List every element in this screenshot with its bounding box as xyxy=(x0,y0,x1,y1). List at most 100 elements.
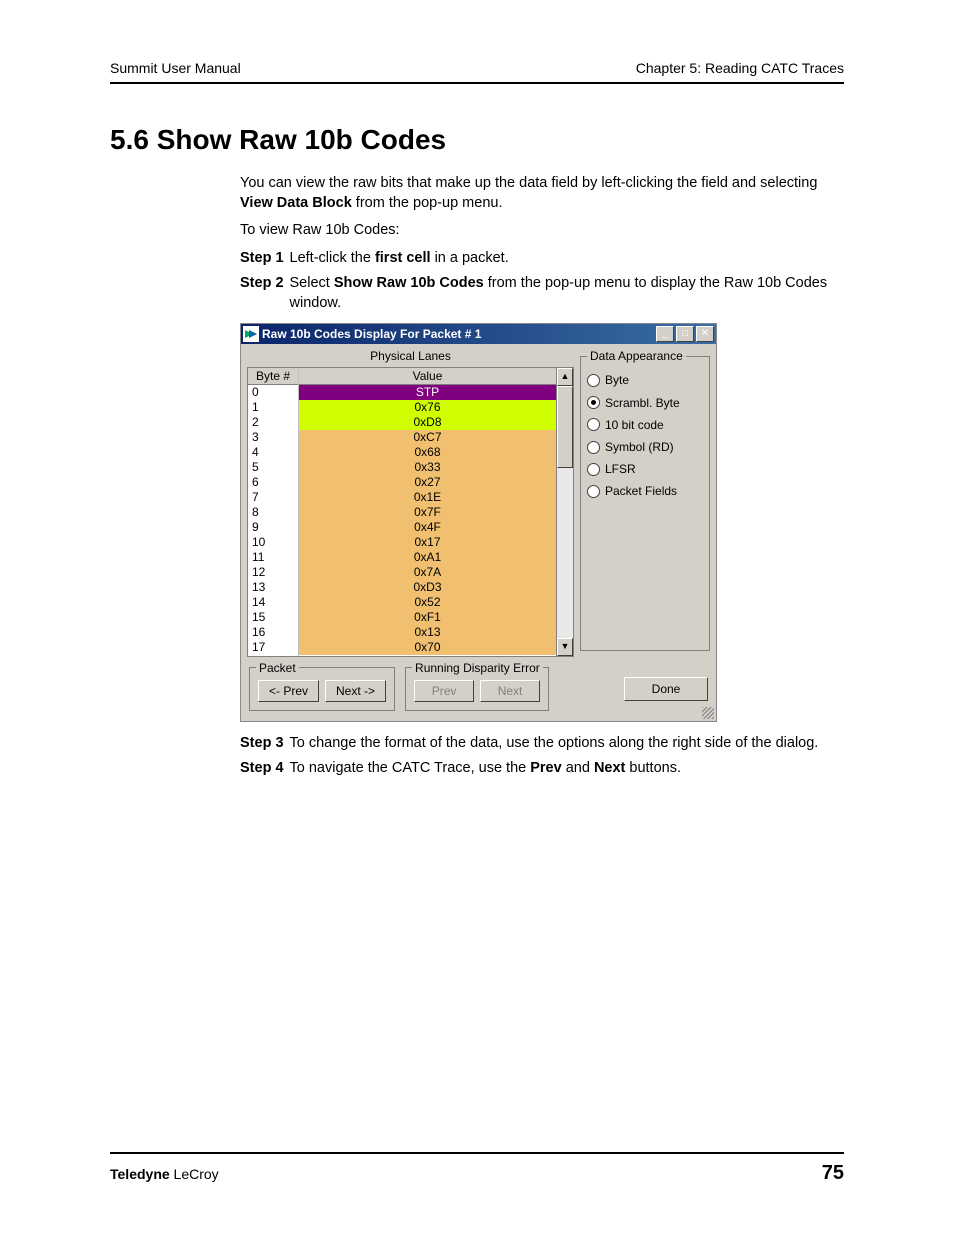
value-cell[interactable]: 0x1E xyxy=(299,490,556,505)
byte-header[interactable]: Byte # xyxy=(248,368,298,385)
value-cell[interactable]: 0x13 xyxy=(299,625,556,640)
step-2-text: Select Show Raw 10b Codes from the pop-u… xyxy=(290,274,844,313)
byte-number-cell[interactable]: 9 xyxy=(248,520,298,535)
byte-number-cell[interactable]: 10 xyxy=(248,535,298,550)
radio-icon[interactable] xyxy=(587,463,600,476)
intro-paragraph: You can view the raw bits that make up t… xyxy=(240,174,844,213)
step-3: Step 3 To change the format of the data,… xyxy=(240,734,844,754)
titlebar[interactable]: Raw 10b Codes Display For Packet # 1 _ □… xyxy=(241,324,716,344)
value-cell[interactable]: 0x7A xyxy=(299,565,556,580)
byte-number-cell[interactable]: 15 xyxy=(248,610,298,625)
section-heading: 5.6 Show Raw 10b Codes xyxy=(110,124,844,156)
packet-prev-button[interactable]: <- Prev xyxy=(258,680,319,702)
app-icon xyxy=(243,326,259,342)
step-4: Step 4 To navigate the CATC Trace, use t… xyxy=(240,759,844,779)
byte-number-cell[interactable]: 11 xyxy=(248,550,298,565)
radio-icon[interactable] xyxy=(587,418,600,431)
radio-icon[interactable] xyxy=(587,441,600,454)
page-number: 75 xyxy=(822,1162,844,1185)
intro-text-b: from the pop-up menu. xyxy=(352,195,503,211)
step-1-text: Left-click the first cell in a packet. xyxy=(290,249,844,269)
step-1-label: Step 1 xyxy=(240,249,284,269)
radio-icon[interactable] xyxy=(587,396,600,409)
byte-number-cell[interactable]: 7 xyxy=(248,490,298,505)
byte-number-cell[interactable]: 16 xyxy=(248,625,298,640)
value-cell[interactable]: 0xA1 xyxy=(299,550,556,565)
value-cell[interactable]: 0xC7 xyxy=(299,430,556,445)
byte-number-cell[interactable]: 2 xyxy=(248,415,298,430)
rde-prev-button[interactable]: Prev xyxy=(414,680,474,702)
step-4-text: To navigate the CATC Trace, use the Prev… xyxy=(290,759,844,779)
value-cell[interactable]: 0x76 xyxy=(299,400,556,415)
close-button[interactable]: ✕ xyxy=(696,326,714,342)
intro-bold: View Data Block xyxy=(240,195,352,211)
packet-nav-title: Packet xyxy=(256,660,299,676)
dialog-title: Raw 10b Codes Display For Packet # 1 xyxy=(262,326,656,342)
byte-number-cell[interactable]: 0 xyxy=(248,385,298,400)
byte-number-cell[interactable]: 6 xyxy=(248,475,298,490)
value-cell[interactable]: 0xD3 xyxy=(299,580,556,595)
header-left: Summit User Manual xyxy=(110,60,241,76)
byte-number-cell[interactable]: 17 xyxy=(248,640,298,655)
value-cell[interactable]: 0x7F xyxy=(299,505,556,520)
byte-number-cell[interactable]: 5 xyxy=(248,460,298,475)
resize-grip[interactable] xyxy=(702,707,714,719)
appearance-option-label: Scrambl. Byte xyxy=(605,395,680,411)
value-cell[interactable]: 0x33 xyxy=(299,460,556,475)
scroll-thumb[interactable] xyxy=(557,386,573,468)
footer-brand: Teledyne LeCroy xyxy=(110,1166,219,1182)
step-3-label: Step 3 xyxy=(240,734,284,754)
byte-number-cell[interactable]: 1 xyxy=(248,400,298,415)
appearance-option-label: LFSR xyxy=(605,461,636,477)
rde-nav-title: Running Disparity Error xyxy=(412,660,543,676)
step-1: Step 1 Left-click the first cell in a pa… xyxy=(240,249,844,269)
byte-number-cell[interactable]: 3 xyxy=(248,430,298,445)
packet-nav-group: Packet <- Prev Next -> xyxy=(249,667,395,711)
value-cell[interactable]: 0x17 xyxy=(299,535,556,550)
appearance-option-label: Packet Fields xyxy=(605,483,677,499)
scroll-up-button[interactable]: ▲ xyxy=(557,368,573,386)
appearance-option[interactable]: 10 bit code xyxy=(587,417,703,433)
value-cell[interactable]: STP xyxy=(299,385,556,400)
data-grid[interactable]: Byte # 01234567891011121314151617 Value … xyxy=(247,367,574,657)
minimize-button[interactable]: _ xyxy=(656,326,674,342)
value-cell[interactable]: 0x52 xyxy=(299,595,556,610)
to-view-line: To view Raw 10b Codes: xyxy=(240,221,844,241)
appearance-option[interactable]: Symbol (RD) xyxy=(587,439,703,455)
value-cell[interactable]: 0x70 xyxy=(299,640,556,655)
byte-number-cell[interactable]: 8 xyxy=(248,505,298,520)
footer-rule xyxy=(110,1152,844,1154)
appearance-option-label: 10 bit code xyxy=(605,417,664,433)
appearance-option[interactable]: LFSR xyxy=(587,461,703,477)
appearance-option[interactable]: Byte xyxy=(587,372,703,388)
scroll-down-button[interactable]: ▼ xyxy=(557,638,573,656)
intro-text-a: You can view the raw bits that make up t… xyxy=(240,175,817,191)
value-cell[interactable]: 0xF1 xyxy=(299,610,556,625)
header-rule xyxy=(110,82,844,84)
value-cell[interactable]: 0x68 xyxy=(299,445,556,460)
value-cell[interactable]: 0x27 xyxy=(299,475,556,490)
maximize-button[interactable]: □ xyxy=(676,326,694,342)
appearance-option-label: Byte xyxy=(605,372,629,388)
radio-icon[interactable] xyxy=(587,485,600,498)
byte-number-cell[interactable]: 12 xyxy=(248,565,298,580)
value-header[interactable]: Value xyxy=(299,368,556,385)
appearance-option[interactable]: Scrambl. Byte xyxy=(587,395,703,411)
byte-number-cell[interactable]: 14 xyxy=(248,595,298,610)
done-button[interactable]: Done xyxy=(624,677,708,701)
appearance-option[interactable]: Packet Fields xyxy=(587,483,703,499)
step-2: Step 2 Select Show Raw 10b Codes from th… xyxy=(240,274,844,313)
value-cell[interactable]: 0x4F xyxy=(299,520,556,535)
vertical-scrollbar[interactable]: ▲ ▼ xyxy=(556,368,573,656)
step-3-text: To change the format of the data, use th… xyxy=(290,734,844,754)
radio-icon[interactable] xyxy=(587,374,600,387)
byte-number-cell[interactable]: 13 xyxy=(248,580,298,595)
byte-number-cell[interactable]: 4 xyxy=(248,445,298,460)
data-appearance-group: Data Appearance ByteScrambl. Byte10 bit … xyxy=(580,356,710,651)
physical-lanes-caption: Physical Lanes xyxy=(247,348,574,364)
rde-next-button[interactable]: Next xyxy=(480,680,540,702)
appearance-option-label: Symbol (RD) xyxy=(605,439,674,455)
packet-next-button[interactable]: Next -> xyxy=(325,680,386,702)
value-cell[interactable]: 0xD8 xyxy=(299,415,556,430)
data-appearance-title: Data Appearance xyxy=(587,348,686,364)
